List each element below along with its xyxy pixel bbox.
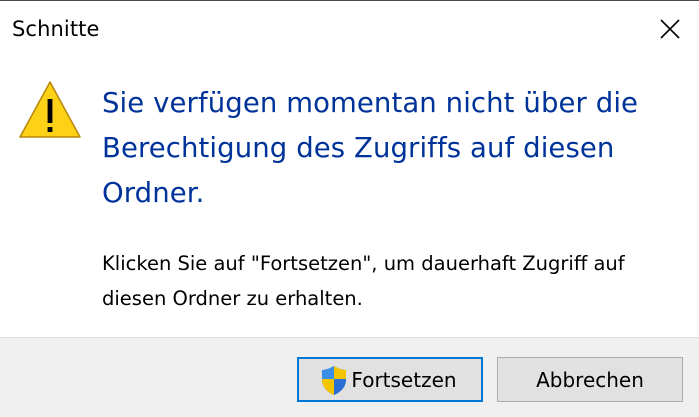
cancel-button[interactable]: Abbrechen — [497, 357, 683, 402]
permission-dialog: Schnitte Sie verfügen momentan nicht übe… — [0, 0, 699, 417]
window-title: Schnitte — [12, 17, 100, 41]
close-button[interactable] — [641, 1, 699, 57]
uac-shield-icon — [322, 365, 347, 395]
cancel-button-label: Abbrechen — [536, 367, 644, 392]
continue-button[interactable]: Fortsetzen — [297, 357, 483, 402]
continue-button-label: Fortsetzen — [351, 367, 457, 392]
close-icon — [660, 19, 680, 39]
title-bar: Schnitte — [0, 1, 699, 59]
message-body: Klicken Sie auf "Fortsetzen", um dauerha… — [102, 252, 625, 310]
button-bar: Fortsetzen Abbrechen — [0, 337, 699, 417]
message-heading: Sie verfügen momentan nicht über die Ber… — [102, 87, 639, 209]
warning-icon — [19, 81, 81, 138]
